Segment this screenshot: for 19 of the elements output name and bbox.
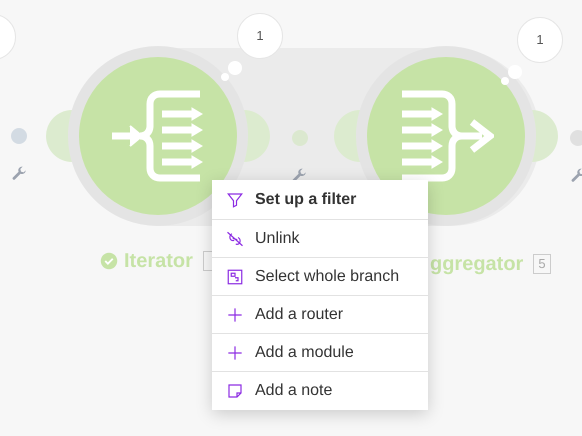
select-branch-icon: [226, 268, 244, 286]
menu-item[interactable]: Set up a filter: [212, 181, 428, 219]
module-label: Iterator: [124, 249, 193, 274]
module-id-badge: 5: [533, 254, 551, 274]
operations-bubble: 1: [237, 13, 283, 59]
wrench-icon[interactable]: [570, 168, 582, 184]
filter-icon: [226, 191, 244, 209]
plus-icon: [227, 306, 243, 322]
module-label: ggregator: [430, 252, 524, 277]
plus-icon: [227, 344, 243, 360]
menu-item[interactable]: Add a router: [212, 295, 428, 333]
note-icon: [227, 382, 243, 398]
menu-item[interactable]: Select whole branch: [212, 257, 428, 295]
operations-bubble: 1: [517, 17, 563, 63]
wrench-icon[interactable]: [11, 166, 27, 182]
menu-item[interactable]: Add a note: [212, 371, 428, 409]
menu-item[interactable]: Add a module: [212, 333, 428, 371]
menu-item[interactable]: Unlink: [212, 219, 428, 257]
unlink-icon: [226, 230, 244, 248]
